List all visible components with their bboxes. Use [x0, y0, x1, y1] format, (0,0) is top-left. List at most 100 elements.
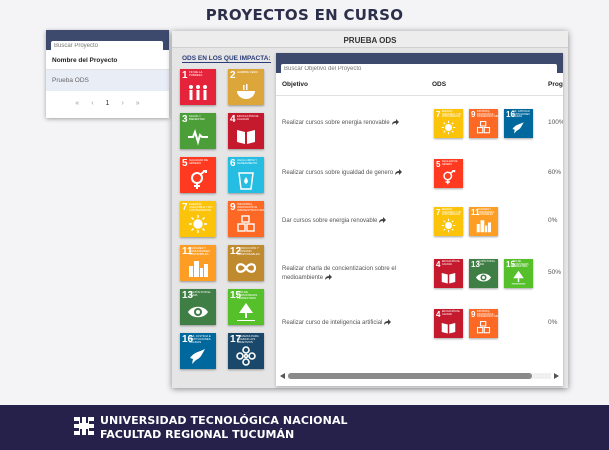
ods-number: 9 [230, 202, 236, 213]
ods-label: Acción por el clima [477, 261, 495, 266]
book-icon [441, 273, 456, 284]
prev-page-button[interactable]: ‹ [91, 100, 93, 107]
ods-15-tile[interactable]: 15 Vida de ecosistemas terrestres [504, 259, 533, 288]
utn-logo-icon [74, 417, 94, 435]
heartbeat-icon [188, 128, 208, 146]
sun-icon [189, 215, 207, 233]
objective-search-input[interactable] [281, 63, 557, 75]
objective-progress: 0% [548, 217, 558, 224]
ods-column-title: ODS EN LOS QUE IMPACTA: [182, 55, 271, 63]
sun-icon [441, 120, 456, 135]
page-button-current[interactable]: 1 [106, 100, 110, 107]
ods-12-tile[interactable]: 12 Producción y consumo responsables [228, 245, 264, 281]
ods-label: Industria, innovación e infraestructura [477, 311, 500, 319]
project-detail-modal: PRUEBA ODS ODS EN LOS QUE IMPACTA: 1 Fin … [172, 31, 568, 388]
ods-15-tile[interactable]: 15 Vida de ecosistemas terrestres [228, 289, 264, 325]
objective-search-bar [276, 53, 563, 75]
eye-globe-icon [188, 306, 208, 318]
header-divider [276, 95, 563, 96]
share-icon[interactable] [384, 319, 392, 326]
ods-9-tile[interactable]: 9 Industria, innovación e infraestructura [469, 309, 500, 338]
project-list-panel: Nombre del Proyecto Prueba ODS « ‹ 1 › » [46, 30, 169, 118]
ods-label: Educación de calidad [442, 261, 460, 266]
objective-label: Realizar charla de concientizacion sobre… [282, 266, 397, 281]
ods-number: 9 [471, 110, 476, 119]
share-icon[interactable] [325, 274, 333, 281]
footer-faculty-name: FACULTAD REGIONAL TUCUMÁN [100, 428, 295, 441]
cubes-icon [237, 215, 255, 232]
bowl-icon [237, 84, 255, 99]
infinity-icon [235, 263, 257, 273]
share-icon[interactable] [395, 169, 403, 176]
ods-number: 7 [436, 208, 441, 217]
ods-column-header: ODS [432, 81, 447, 88]
ods-label: Vida de ecosistemas terrestres [237, 290, 258, 301]
objective-text: Realizar cursos sobre energia renovable [282, 119, 427, 128]
ods-label: Ciudades y comunidades sostenibles [477, 209, 495, 217]
ods-label: Vida de ecosistemas terrestres [512, 261, 529, 269]
ods-5-tile[interactable]: 5 Igualdad de género [180, 157, 216, 193]
ods-label: Educación de calidad [442, 311, 460, 316]
ods-number: 7 [436, 110, 441, 119]
objective-label: Realizar cursos sobre igualdad de genero [282, 170, 394, 176]
ods-7-tile[interactable]: 7 Energía asequible y no contaminante [434, 109, 463, 138]
ods-4-tile[interactable]: 4 Educación de calidad [434, 309, 463, 338]
ods-17-tile[interactable]: 17 Alianzas para lograr los objetivos [228, 333, 264, 369]
ods-number: 5 [182, 158, 188, 169]
scroll-right-icon[interactable] [554, 373, 559, 379]
scroll-left-icon[interactable] [280, 373, 285, 379]
ods-number: 5 [436, 160, 441, 169]
ods-4-tile[interactable]: 4 Educación de calidad [434, 259, 463, 288]
ods-9-tile[interactable]: 9 Industria, innovación e infraestructura [469, 109, 500, 138]
ods-7-tile[interactable]: 7 Energía asequible y no contaminante [180, 201, 216, 237]
ods-label: Igualdad de género [189, 158, 208, 166]
ods-2-tile[interactable]: 2 Hambre cero [228, 69, 264, 105]
objectives-panel: Objetivo ODS Prog Realizar cursos sobre … [276, 53, 563, 386]
cubes-icon [476, 320, 491, 334]
ods-7-tile[interactable]: 7 Energía asequible y no contaminante [434, 207, 463, 236]
ods-4-tile[interactable]: 4 Educación de calidad [228, 113, 264, 149]
ods-label: Paz, justicia e instituciones sólidas [512, 111, 530, 119]
objective-progress: 100% [548, 119, 563, 126]
water-icon [238, 172, 254, 190]
scrollbar-track[interactable] [288, 373, 551, 379]
project-search-bar [46, 30, 169, 52]
eye-globe-icon [476, 273, 491, 282]
project-row[interactable]: Prueba ODS [46, 70, 169, 91]
cubes-icon [476, 120, 491, 134]
progress-column-header: Prog [548, 81, 563, 88]
book-icon [441, 323, 456, 334]
footer-university-name: UNIVERSIDAD TECNOLÓGICA NACIONAL [100, 414, 348, 427]
last-page-button[interactable]: » [136, 100, 140, 107]
ods-label: Energía asequible y no contaminante [442, 209, 462, 217]
ods-11-tile[interactable]: 11 Ciudades y comunidades sostenibles [469, 207, 498, 236]
project-search-input[interactable] [51, 40, 163, 52]
city-icon [189, 261, 208, 277]
ods-11-tile[interactable]: 11 Ciudades y comunidades sostenibles [180, 245, 216, 281]
share-icon[interactable] [391, 119, 399, 126]
ods-9-tile[interactable]: 9 Industria, innovación e infraestructura [228, 201, 265, 237]
next-page-button[interactable]: › [121, 100, 123, 107]
ods-label: Acción por el clima [189, 290, 211, 298]
ods-16-tile[interactable]: 16 Paz, justicia e instituciones sólidas [180, 333, 216, 369]
ods-1-tile[interactable]: 1 Fin de la pobreza [180, 69, 216, 105]
first-page-button[interactable]: « [75, 100, 79, 107]
ods-label: Educación de calidad [237, 114, 259, 122]
modal-title: PRUEBA ODS [172, 31, 568, 48]
ods-13-tile[interactable]: 13 Acción por el clima [469, 259, 498, 288]
horizontal-scrollbar[interactable] [280, 372, 559, 380]
ods-3-tile[interactable]: 3 Salud y bienestar [180, 113, 216, 149]
ods-5-tile[interactable]: 5 Igualdad de género [434, 159, 463, 188]
ods-6-tile[interactable]: 6 Agua limpia y saneamiento [228, 157, 264, 193]
ods-label: Energía asequible y no contaminante [189, 202, 213, 213]
ods-16-tile[interactable]: 16 Paz, justicia e instituciones sólidas [504, 109, 533, 138]
share-icon[interactable] [379, 217, 387, 224]
book-icon [237, 130, 255, 144]
ods-label: Paz, justicia e instituciones sólidas [189, 334, 211, 345]
scrollbar-thumb[interactable] [288, 373, 532, 379]
ods-label: Industria, innovación e infraestructura [477, 111, 500, 119]
ods-label: Agua limpia y saneamiento [237, 158, 258, 166]
gender-icon [443, 170, 456, 185]
sun-icon [441, 218, 456, 233]
ods-13-tile[interactable]: 13 Acción por el clima [180, 289, 216, 325]
